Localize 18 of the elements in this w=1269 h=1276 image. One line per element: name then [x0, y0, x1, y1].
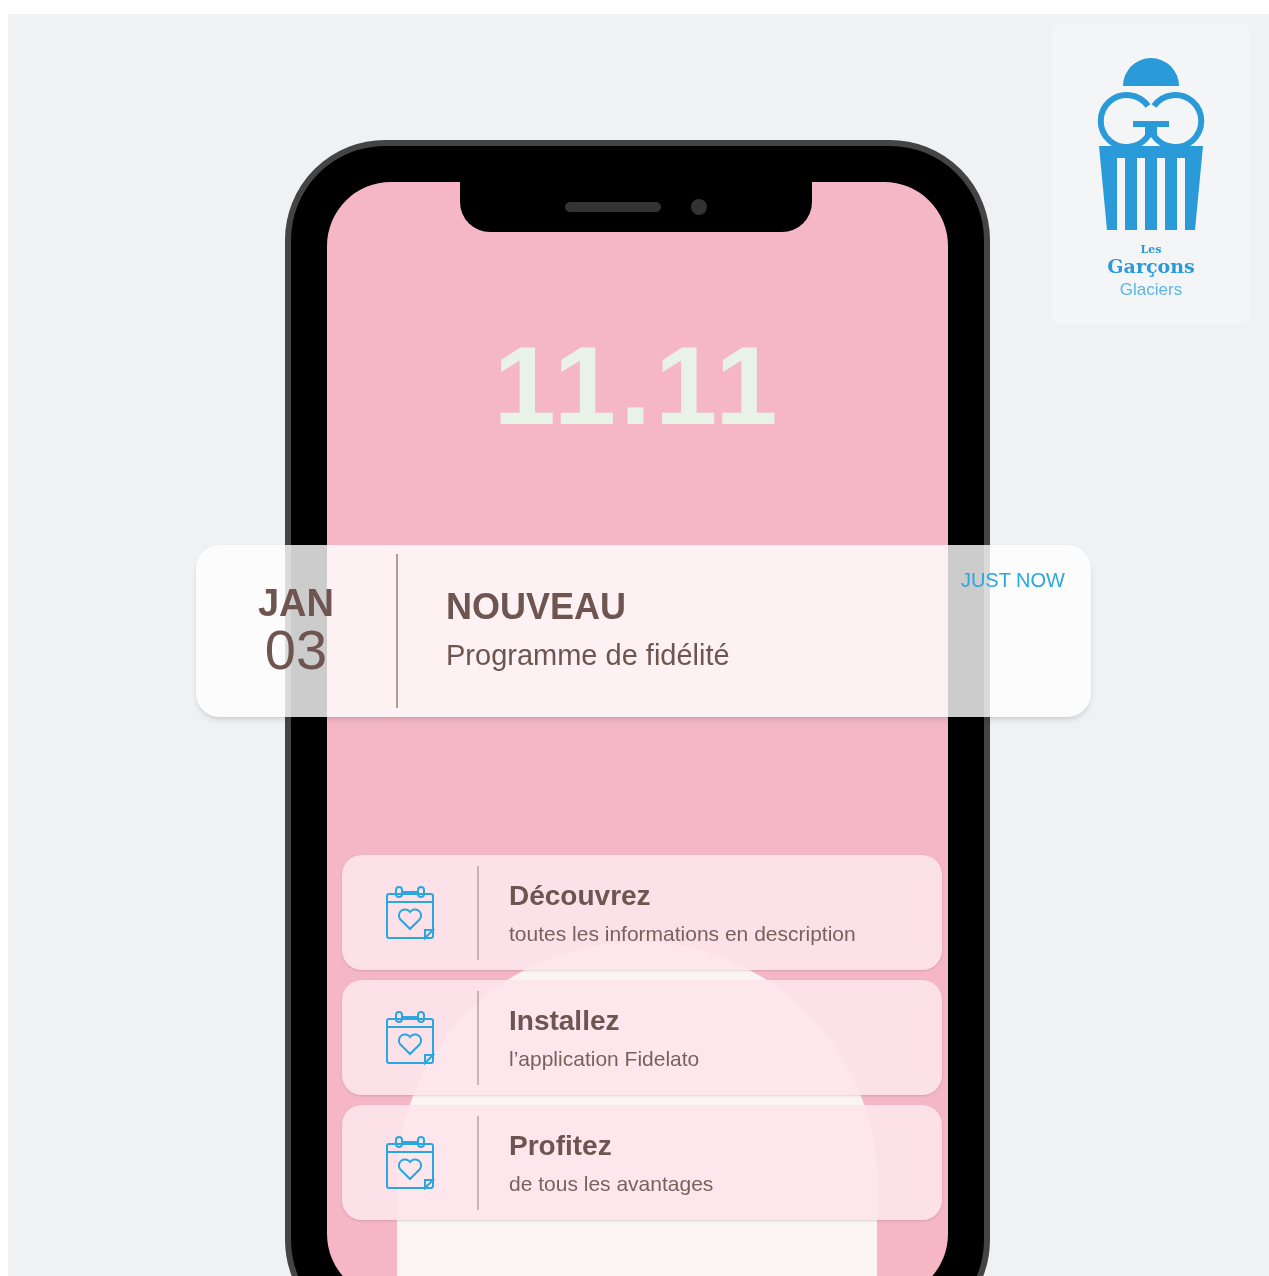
card-subtitle: l’application Fidelato	[509, 1045, 700, 1072]
notification-time: JUST NOW	[960, 568, 1065, 593]
calendar-heart-icon	[384, 1009, 435, 1066]
card-title: Découvrez	[509, 878, 652, 913]
date-month: JAN	[258, 584, 334, 622]
logo-text-small: Les	[1140, 244, 1162, 255]
card-title: Installez	[509, 1003, 621, 1038]
notification-title: NOUVEAU	[446, 588, 628, 625]
date-day: 03	[264, 622, 328, 678]
calendar-heart-icon	[384, 884, 435, 941]
clock-text: 11.11	[493, 330, 782, 442]
card-subtitle: toutes les informations en description	[509, 920, 856, 947]
card-title: Profitez	[509, 1128, 613, 1163]
calendar-heart-icon	[384, 1134, 435, 1191]
logo-text: Glaciers	[1119, 278, 1183, 300]
notification-body: Programme de fidélité	[446, 637, 731, 673]
card-subtitle: de tous les avantages	[509, 1170, 714, 1197]
logo-text-bold: Garçons	[1107, 255, 1195, 279]
